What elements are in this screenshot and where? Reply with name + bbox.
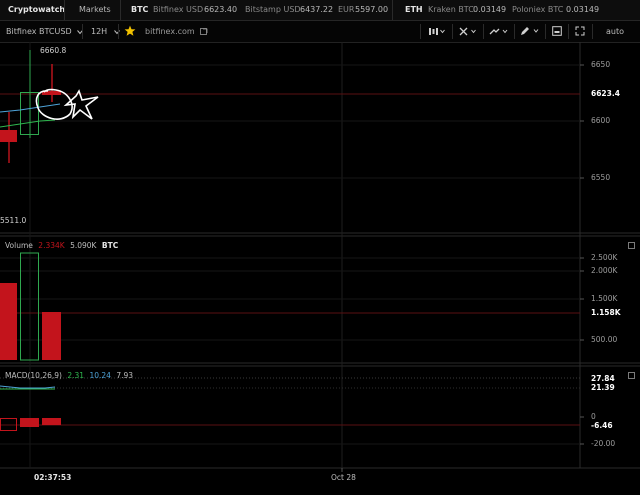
volume-axis-current: 1.158K bbox=[591, 308, 621, 317]
ticker-eur-label[interactable]: EUR bbox=[338, 0, 354, 20]
ticker-bitstamp-price[interactable]: 6437.22 bbox=[300, 0, 333, 20]
volume-panel-header: Volume 2.334K 5.090K BTC bbox=[5, 241, 118, 250]
divider bbox=[118, 24, 119, 39]
macd-axis-label: 27.84 bbox=[591, 374, 615, 383]
divider bbox=[82, 24, 83, 39]
period-select[interactable]: 12H bbox=[91, 21, 120, 42]
volume-axis-label: 2.500K bbox=[591, 253, 618, 262]
ticker-bitstamp-label[interactable]: Bitstamp USD bbox=[245, 0, 301, 20]
macd-value-1: 2.31 bbox=[67, 371, 85, 380]
volume-axis-label: 2.000K bbox=[591, 266, 618, 275]
divider bbox=[64, 0, 65, 20]
price-axis-label: 6650 bbox=[591, 60, 611, 69]
macd-value-3: 7.93 bbox=[116, 371, 134, 380]
macd-panel-toggle-icon[interactable] bbox=[628, 372, 635, 379]
exchange-link[interactable]: bitfinex.com bbox=[145, 21, 208, 42]
divider bbox=[452, 24, 453, 39]
exchange-domain: bitfinex.com bbox=[145, 27, 195, 36]
divider bbox=[392, 0, 393, 20]
ticker-poloniex-price[interactable]: 0.03149 bbox=[566, 0, 599, 20]
volume-panel-toggle-icon[interactable] bbox=[628, 242, 635, 249]
save-icon[interactable] bbox=[552, 26, 562, 36]
divider bbox=[545, 24, 546, 39]
price-axis-current: 6623.4 bbox=[591, 89, 620, 98]
pen-icon[interactable] bbox=[520, 26, 540, 36]
candle-down bbox=[0, 130, 17, 142]
ticker-bitfinex-label[interactable]: Bitfinex USD bbox=[153, 0, 203, 20]
markets-link[interactable]: Markets bbox=[79, 0, 111, 20]
price-axis-label: 6600 bbox=[591, 116, 611, 125]
btc-label: BTC bbox=[131, 5, 149, 14]
fullscreen-icon[interactable] bbox=[575, 26, 585, 36]
macd-histogram-bar bbox=[42, 418, 61, 425]
chart-type-icon[interactable] bbox=[428, 27, 446, 36]
macd-axis-label: 0 bbox=[591, 412, 596, 421]
volume-value-1: 2.334K bbox=[38, 241, 65, 250]
volume-title: Volume bbox=[5, 241, 33, 250]
doodle-star bbox=[63, 89, 99, 120]
divider bbox=[420, 24, 421, 39]
low-price-label: 5511.0 bbox=[0, 216, 27, 225]
macd-axis-label: -6.46 bbox=[591, 421, 613, 430]
macd-line bbox=[0, 385, 56, 389]
time-axis-label: Oct 28 bbox=[331, 473, 356, 482]
star-icon[interactable] bbox=[124, 25, 136, 37]
volume-bar-down bbox=[0, 283, 17, 360]
external-link-icon bbox=[200, 27, 208, 35]
divider bbox=[568, 24, 569, 39]
top-bar: Cryptowatch Markets BTC Bitfinex USD 662… bbox=[0, 0, 640, 21]
price-axis-label: 6550 bbox=[591, 173, 611, 182]
auto-scale-button[interactable]: auto bbox=[606, 21, 624, 42]
macd-panel-header: MACD(10,26,9) 2.31 10.24 7.93 bbox=[5, 371, 133, 380]
ticker-poloniex-label[interactable]: Poloniex BTC bbox=[512, 0, 563, 20]
brand-cryptowatch[interactable]: Cryptowatch bbox=[8, 0, 65, 20]
period-select-label: 12H bbox=[91, 27, 108, 36]
divider bbox=[120, 0, 121, 20]
chart-canvas[interactable] bbox=[0, 42, 640, 495]
ticker-kraken-price[interactable]: 0.03149 bbox=[473, 0, 506, 20]
market-select[interactable]: Bitfinex BTCUSD bbox=[6, 21, 84, 42]
macd-histogram-bar bbox=[20, 418, 39, 427]
drawing-tools-icon[interactable] bbox=[489, 27, 509, 36]
volume-axis-label: 1.500K bbox=[591, 294, 618, 303]
divider bbox=[592, 24, 593, 39]
divider bbox=[483, 24, 484, 39]
ticker-eur-price[interactable]: 5597.00 bbox=[355, 0, 388, 20]
chart-toolbar: Bitfinex BTCUSD 12H bitfinex.com auto bbox=[0, 21, 640, 43]
divider bbox=[514, 24, 515, 39]
cursor-time-label: 02:37:53 bbox=[34, 473, 72, 482]
market-select-label: Bitfinex BTCUSD bbox=[6, 27, 72, 36]
macd-axis-label: -20.00 bbox=[591, 439, 616, 448]
eth-label: ETH bbox=[405, 5, 423, 14]
volume-bar-down bbox=[42, 312, 61, 360]
volume-axis-label: 500.00 bbox=[591, 335, 618, 344]
volume-unit: BTC bbox=[101, 241, 119, 250]
macd-title: MACD(10,26,9) bbox=[5, 371, 62, 380]
high-price-label: 6660.8 bbox=[40, 46, 67, 55]
ticker-kraken-label[interactable]: Kraken BTC bbox=[428, 0, 474, 20]
macd-axis-label: 21.39 bbox=[591, 383, 615, 392]
ticker-bitfinex-price[interactable]: 6623.40 bbox=[204, 0, 237, 20]
volume-value-2: 5.090K bbox=[70, 241, 97, 250]
indicators-icon[interactable] bbox=[459, 27, 477, 36]
macd-value-2: 10.24 bbox=[89, 371, 111, 380]
